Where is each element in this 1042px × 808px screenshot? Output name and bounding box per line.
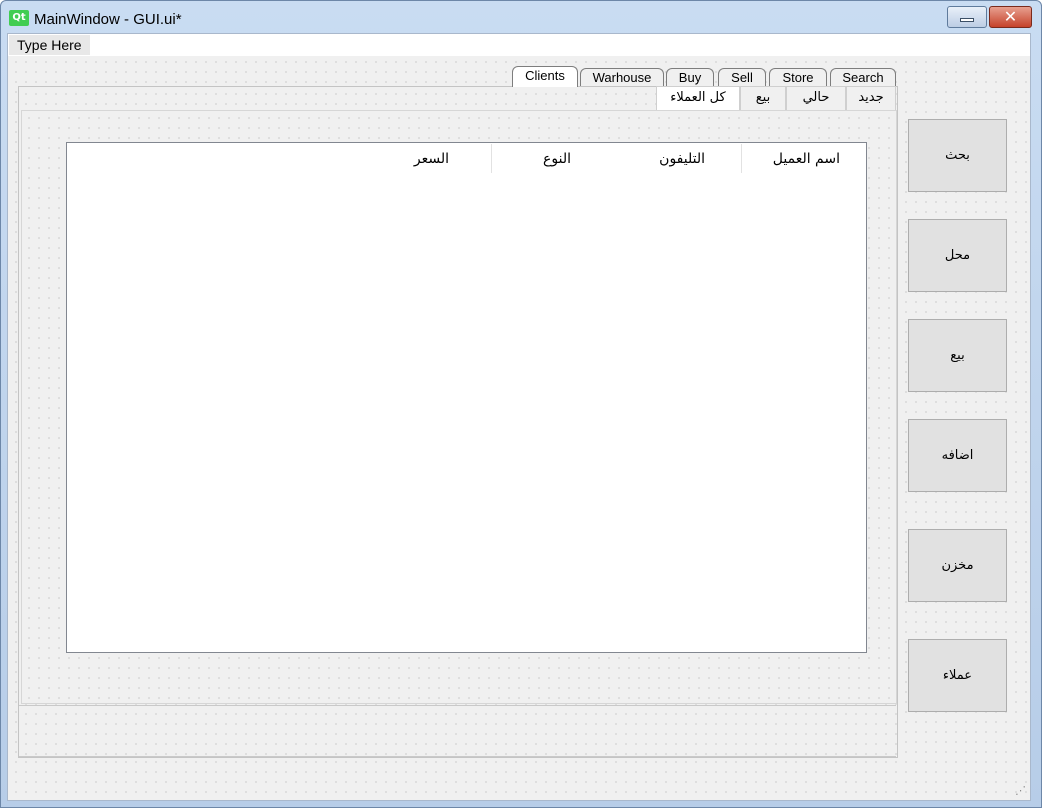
subtab-all-clients[interactable]: كل العملاء <box>656 86 740 110</box>
close-icon: ✕ <box>1003 7 1018 26</box>
shop-button[interactable]: محل <box>908 219 1007 292</box>
column-header-phone[interactable]: التليفون <box>597 143 705 174</box>
tab-sell[interactable]: Sell <box>718 68 766 86</box>
clients-table[interactable]: اسم العميل التليفون النوع السعر <box>66 142 867 653</box>
tab-buy[interactable]: Buy <box>666 68 714 86</box>
column-header-client-name[interactable]: اسم العميل <box>742 143 840 174</box>
column-separator <box>741 144 742 173</box>
window-title: MainWindow - GUI.ui* <box>34 11 182 28</box>
add-button[interactable]: اضافه <box>908 419 1007 492</box>
qt-logo-icon: Qt <box>9 10 29 26</box>
menu-bar: Type Here <box>8 34 1030 56</box>
minimize-icon <box>960 18 974 22</box>
resize-grip-icon[interactable]: ⋰ <box>1015 784 1026 797</box>
minimize-button[interactable] <box>947 6 987 28</box>
clients-button[interactable]: عملاء <box>908 639 1007 712</box>
menu-type-here[interactable]: Type Here <box>9 35 90 55</box>
title-bar[interactable]: Qt MainWindow - GUI.ui* ✕ <box>1 1 1041 33</box>
subtab-sell[interactable]: بيع <box>740 86 786 110</box>
central-widget: Type Here Clients Warhouse Buy Sell Stor… <box>7 33 1031 801</box>
tab-store[interactable]: Store <box>769 68 827 86</box>
search-button[interactable]: بحث <box>908 119 1007 192</box>
main-window: Qt MainWindow - GUI.ui* ✕ Type Here Clie… <box>0 0 1042 808</box>
column-header-type[interactable]: النوع <box>467 143 571 174</box>
sell-button[interactable]: بيع <box>908 319 1007 392</box>
bottom-frame <box>19 705 896 757</box>
subtab-new[interactable]: جديد <box>846 86 896 110</box>
tab-clients[interactable]: Clients <box>512 66 578 87</box>
warehouse-button[interactable]: مخزن <box>908 529 1007 602</box>
close-button[interactable]: ✕ <box>989 6 1032 28</box>
tab-search[interactable]: Search <box>830 68 896 86</box>
tab-warhouse[interactable]: Warhouse <box>580 68 664 86</box>
subtab-current[interactable]: حالي <box>786 86 846 110</box>
column-header-price[interactable]: السعر <box>367 143 449 174</box>
